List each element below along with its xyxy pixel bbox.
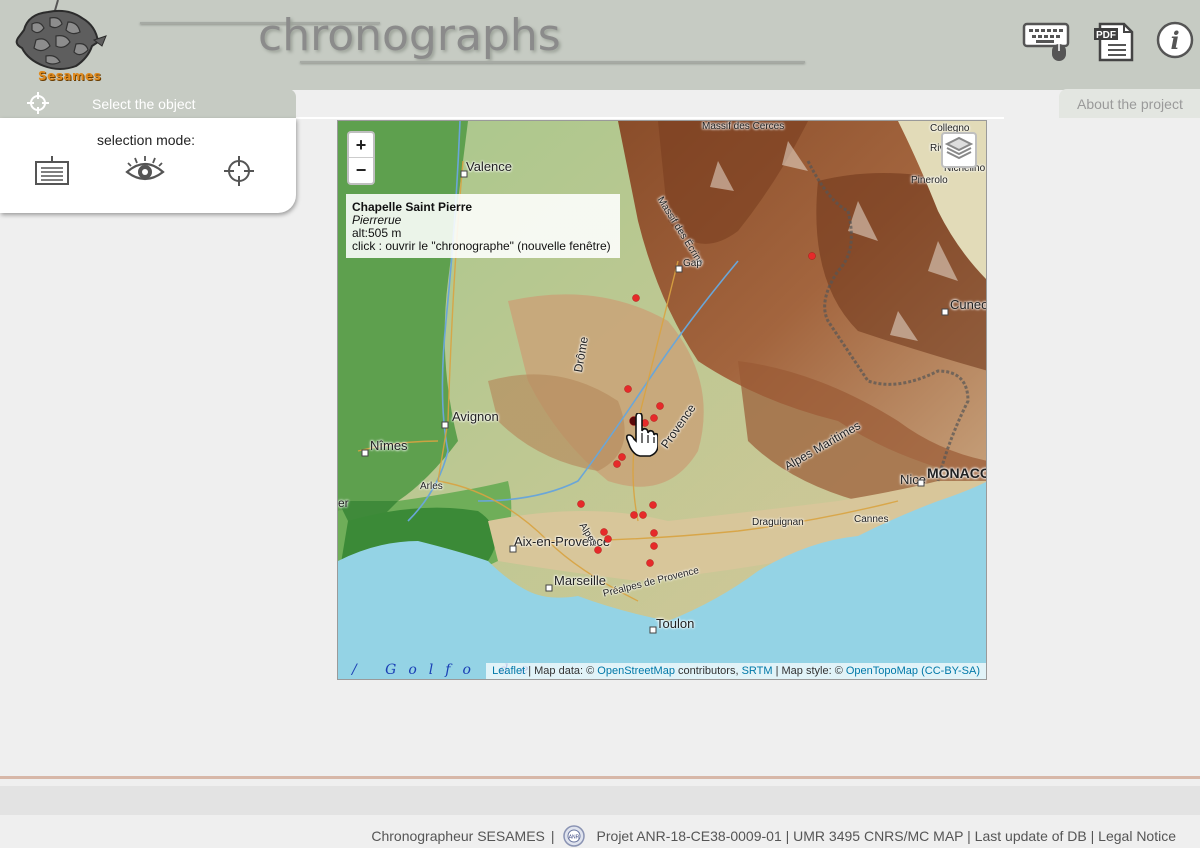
anr-logo-text: ANR	[568, 835, 579, 841]
map-attribution: Leaflet | Map data: © OpenStreetMap cont…	[486, 663, 986, 679]
map-label: Toulon	[656, 616, 695, 631]
pdf-label: PDF	[1096, 30, 1116, 41]
map-label: er	[338, 496, 349, 510]
tab-about-project[interactable]: About the project	[1059, 89, 1200, 118]
map-label: Arles	[420, 481, 443, 492]
list-icon[interactable]	[32, 154, 72, 188]
map-label: Pinerolo	[911, 175, 948, 186]
map-label: Draguignan	[752, 517, 804, 528]
site-tooltip[interactable]: Chapelle Saint Pierre Pierrerue alt:505 …	[346, 194, 620, 258]
anr-logo-icon[interactable]: ANR	[562, 825, 585, 847]
tab-select-object-label: Select the object	[92, 96, 196, 112]
attribution-text: | Map data: ©	[525, 665, 598, 677]
opentopomap-link[interactable]: OpenTopoMap	[846, 665, 918, 677]
eye-icon[interactable]	[125, 154, 165, 188]
crosshair-icon	[27, 92, 49, 114]
map-label: Marseille	[554, 573, 607, 588]
tab-divider	[296, 117, 1004, 119]
footer-links[interactable]: Projet ANR-18-CE38-0009-01 | UMR 3495 CN…	[597, 828, 1176, 844]
map-view[interactable]: Massif des Cerces Collegno Riv Nichelino…	[337, 120, 987, 680]
map-label: Nice	[900, 472, 927, 487]
map-label: Gap	[683, 258, 702, 269]
selection-panel: selection mode:	[0, 118, 296, 213]
layers-control[interactable]	[941, 132, 977, 168]
osm-link[interactable]: OpenStreetMap	[597, 665, 675, 677]
keyboard-mouse-icon[interactable]	[1022, 20, 1070, 62]
pdf-icon[interactable]: PDF	[1092, 20, 1140, 62]
page-title: chronographs	[258, 10, 561, 61]
footer-divider	[0, 776, 1200, 779]
logo-text: Sesames	[38, 69, 102, 83]
map-label: Valence	[466, 159, 513, 174]
zoom-out-button[interactable]: −	[349, 158, 373, 183]
info-icon[interactable]: i	[1154, 20, 1200, 62]
map-label: Avignon	[452, 409, 499, 424]
tab-about-project-label: About the project	[1077, 96, 1183, 112]
footer-app-name: Chronographeur SESAMES	[371, 828, 545, 844]
site-action: click : ouvrir le "chronographe" (nouvel…	[352, 239, 611, 253]
footer-band	[0, 786, 1200, 815]
map-label: Cannes	[854, 514, 889, 525]
leaflet-link[interactable]: Leaflet	[492, 665, 525, 677]
layers-icon	[944, 136, 974, 160]
license-link[interactable]: (CC-BY-SA)	[921, 665, 980, 677]
title-decoration-line	[300, 61, 805, 63]
attribution-text: | Map style: ©	[772, 665, 846, 677]
map-label: Cuneo	[950, 297, 987, 312]
srtm-link[interactable]: SRTM	[742, 665, 773, 677]
header: Sesames chronographs PDF i	[0, 0, 1200, 90]
crosshair-icon[interactable]	[219, 154, 259, 188]
zoom-control: + −	[347, 131, 375, 185]
footer: Chronographeur SESAMES | ANR Projet ANR-…	[371, 825, 1176, 847]
map-label: Nîmes	[370, 438, 408, 453]
hand-cursor-icon	[626, 413, 658, 457]
map-label: MONACO	[927, 465, 987, 481]
map-label: Massif des Cerces	[702, 121, 785, 132]
tab-select-object[interactable]: Select the object	[0, 89, 296, 118]
footer-separator: |	[550, 828, 555, 844]
selection-mode-label: selection mode:	[96, 132, 196, 148]
attribution-text: contributors,	[674, 665, 742, 677]
zoom-in-button[interactable]: +	[349, 133, 373, 158]
info-label: i	[1170, 26, 1179, 55]
